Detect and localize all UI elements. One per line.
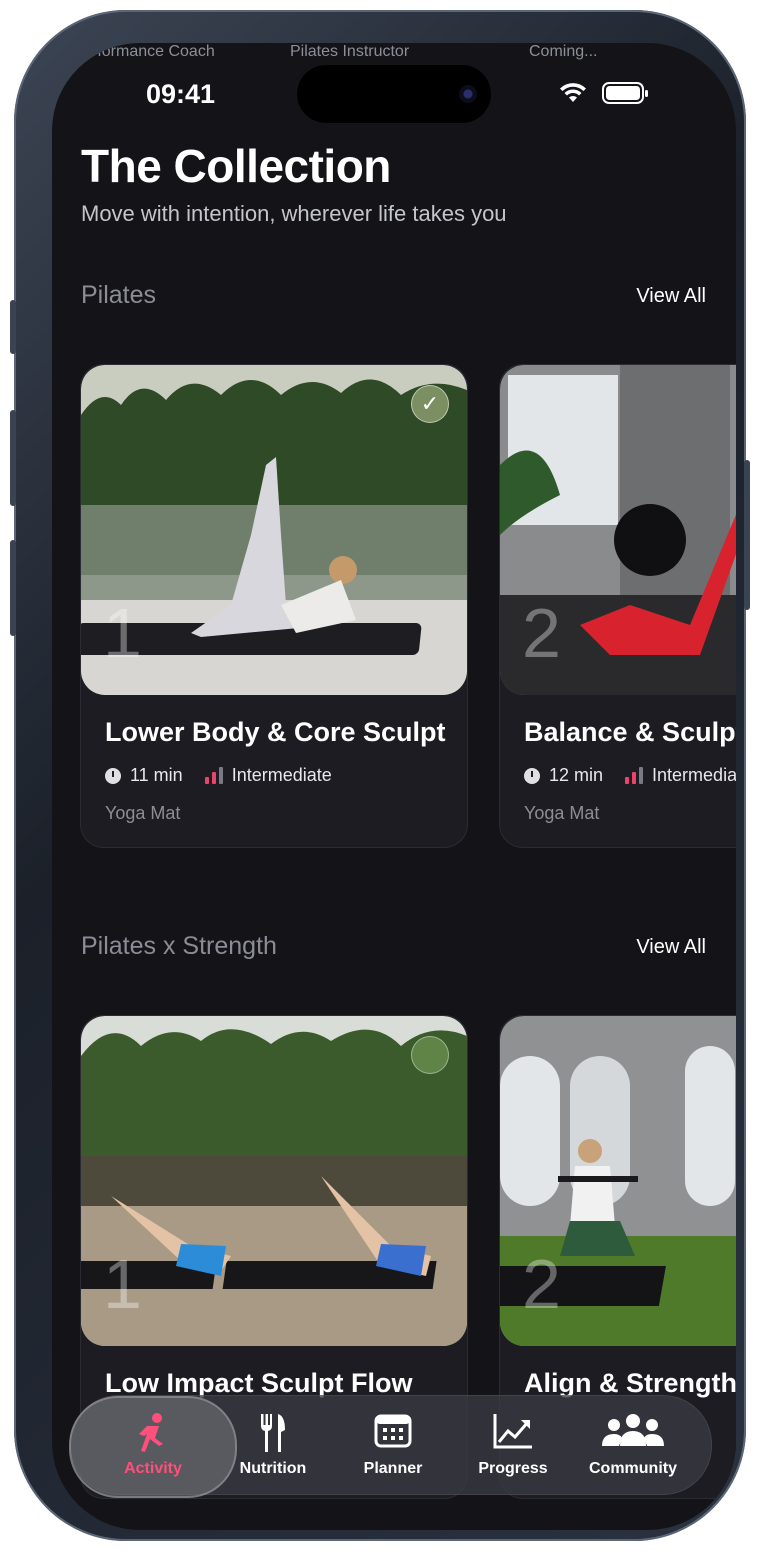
tab-planner[interactable]: Planner	[333, 1396, 453, 1494]
tab-activity[interactable]: Activity	[69, 1396, 237, 1498]
section-title-pilates-strength: Pilates x Strength	[81, 932, 277, 960]
tab-label: Activity	[124, 1460, 182, 1477]
status-time: 09:41	[146, 79, 216, 109]
tab-bar: Activity Nutrition Planner Progress Comm…	[69, 1395, 712, 1498]
page-title: The Collection	[81, 140, 391, 192]
workout-number: 2	[522, 594, 561, 672]
level-bars-icon	[204, 767, 223, 784]
battery-icon	[602, 82, 648, 104]
coach-tab[interactable]: rformance Coach	[92, 43, 215, 61]
coach-carousel: rformance Coach Pilates Instructor Comin…	[52, 43, 736, 67]
tab-label: Community	[589, 1460, 677, 1477]
section-title-pilates: Pilates	[81, 281, 157, 309]
workout-thumbnail: 2	[500, 365, 736, 695]
workout-card[interactable]: 1 ✓ Lower Body & Core Sculpt 11 min Inte…	[80, 364, 468, 848]
workout-meta: 11 min Intermediate	[105, 765, 332, 786]
tab-label: Nutrition	[239, 1460, 307, 1477]
workout-duration: 12 min	[549, 765, 604, 785]
tab-label: Progress	[478, 1460, 548, 1477]
progress-dot-icon	[411, 1036, 449, 1074]
workout-level: Intermediate	[231, 765, 332, 785]
workout-number: 1	[103, 594, 142, 672]
calendar-icon	[374, 1414, 412, 1448]
camera-icon	[459, 85, 477, 103]
workout-name: Balance & Sculpt	[524, 717, 736, 747]
workout-number: 2	[522, 1245, 561, 1323]
volume-down-button	[10, 540, 16, 636]
workout-name: Lower Body & Core Sculpt	[105, 717, 446, 747]
view-all-pilates-strength-button[interactable]: View All	[636, 936, 706, 959]
workout-equipment: Yoga Mat	[524, 803, 600, 823]
wifi-icon	[560, 83, 586, 102]
clock-icon	[105, 767, 121, 784]
chart-trend-icon	[493, 1414, 532, 1449]
running-person-icon	[139, 1413, 163, 1452]
fork-knife-icon	[261, 1414, 285, 1452]
dynamic-island	[297, 65, 491, 123]
coach-tab[interactable]: Coming...	[529, 43, 597, 61]
workout-level: Intermediate	[652, 765, 736, 785]
workout-meta: 12 min Intermediate	[524, 765, 736, 786]
tab-community[interactable]: Community	[573, 1396, 693, 1494]
workout-thumbnail: 1 ✓	[81, 365, 467, 695]
action-button	[10, 300, 16, 354]
view-all-pilates-button[interactable]: View All	[636, 285, 706, 308]
level-bars-icon	[625, 767, 644, 784]
workout-duration: 11 min	[130, 765, 183, 785]
volume-up-button	[10, 410, 16, 506]
tab-progress[interactable]: Progress	[453, 1396, 573, 1494]
workout-thumbnail: 2	[500, 1016, 736, 1346]
clock-icon	[524, 767, 540, 784]
tab-nutrition[interactable]: Nutrition	[213, 1396, 333, 1494]
page-subtitle: Move with intention, wherever life takes…	[81, 201, 507, 226]
coach-tab[interactable]: Pilates Instructor	[290, 43, 409, 61]
completed-check-icon: ✓	[411, 385, 449, 423]
power-button	[744, 460, 750, 610]
people-group-icon	[602, 1414, 664, 1446]
workout-card[interactable]: 2 Balance & Sculpt 12 min Intermediate Y…	[499, 364, 736, 848]
workout-number: 1	[103, 1245, 142, 1323]
workout-thumbnail: 1	[81, 1016, 467, 1346]
status-icons	[558, 81, 650, 105]
phone-frame: rformance Coach Pilates Instructor Comin…	[10, 10, 750, 1541]
app-screen: rformance Coach Pilates Instructor Comin…	[52, 43, 736, 1530]
workout-equipment: Yoga Mat	[105, 803, 181, 823]
tab-label: Planner	[363, 1460, 423, 1477]
